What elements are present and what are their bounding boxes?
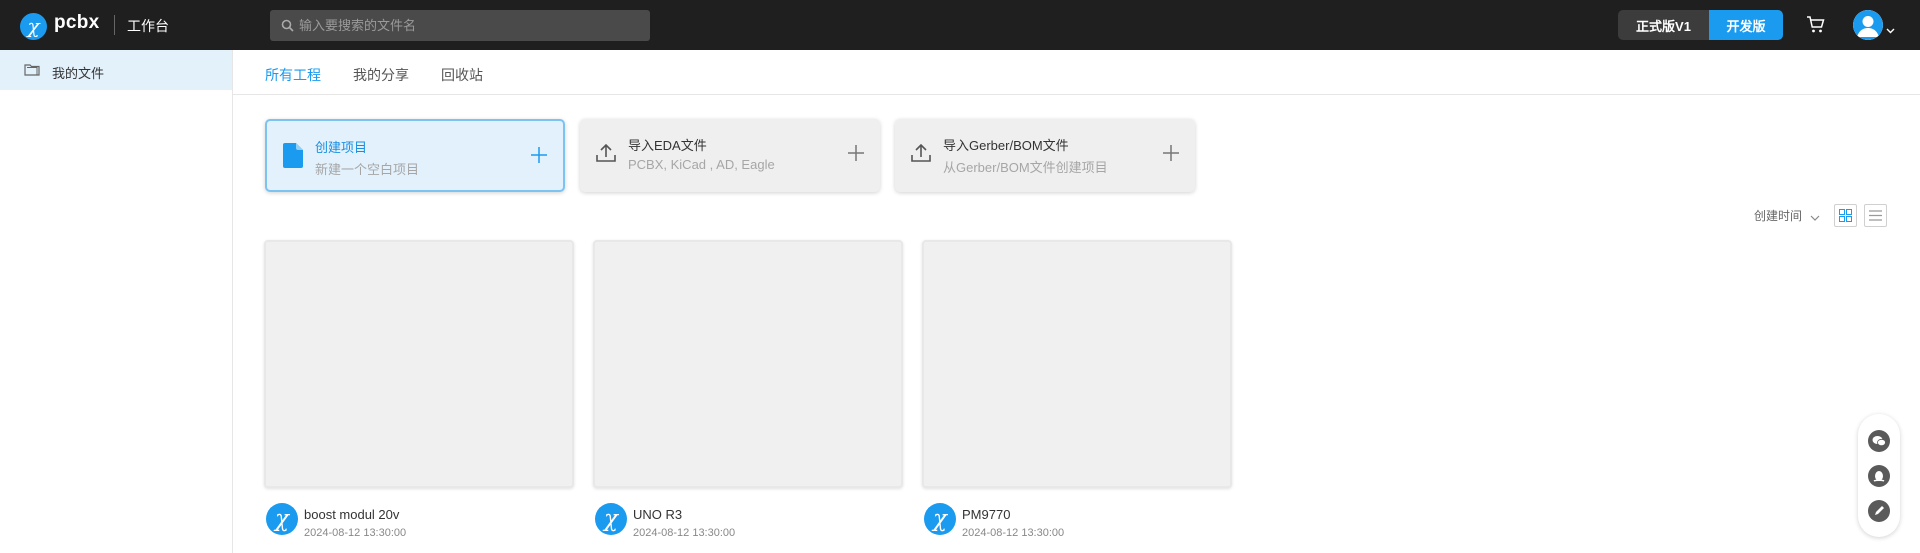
- pcbx-project-icon: χ: [595, 503, 627, 535]
- project-date: 2024-08-12 13:30:00: [633, 527, 736, 539]
- list-icon: [1869, 210, 1882, 221]
- tab-my-shares[interactable]: 我的分享: [353, 65, 409, 85]
- document-icon: [283, 143, 303, 173]
- project-card[interactable]: χ UNO R3 2024-08-12 13:30:00: [593, 240, 903, 539]
- folder-icon: [24, 64, 40, 76]
- edit-icon[interactable]: [1868, 500, 1890, 522]
- logo-text[interactable]: pcbx: [54, 12, 100, 34]
- pcbx-project-icon: χ: [266, 503, 298, 535]
- svg-text:χ: χ: [931, 506, 949, 532]
- import-eda-card[interactable]: 导入EDA文件 PCBX, KiCad , AD, Eagle: [580, 119, 880, 192]
- logo-divider: [114, 15, 115, 35]
- project-date: 2024-08-12 13:30:00: [962, 527, 1065, 539]
- tab-bar: 所有工程 我的分享 回收站: [233, 50, 1920, 95]
- project-name[interactable]: PM9770: [962, 507, 1010, 522]
- project-thumbnail[interactable]: [922, 240, 1232, 488]
- qq-icon[interactable]: [1868, 465, 1890, 487]
- list-view-button[interactable]: [1864, 204, 1887, 227]
- chevron-down-icon[interactable]: [1886, 21, 1895, 39]
- dev-version-button[interactable]: 开发版: [1709, 10, 1783, 40]
- sort-dropdown[interactable]: 创建时间: [1754, 207, 1802, 224]
- card-subtitle: 从Gerber/BOM文件创建项目: [943, 160, 1108, 175]
- project-card[interactable]: χ boost modul 20v 2024-08-12 13:30:00: [264, 240, 574, 539]
- card-subtitle: 新建一个空白项目: [315, 162, 420, 177]
- top-bar: χ pcbx 工作台 正式版V1 开发版: [0, 0, 1920, 50]
- pcbx-logo-icon[interactable]: χ: [20, 13, 47, 40]
- svg-text:χ: χ: [25, 14, 41, 38]
- wechat-icon[interactable]: [1868, 430, 1890, 452]
- plus-icon: [1163, 145, 1179, 166]
- floating-contact-bar: [1858, 414, 1900, 537]
- import-gerber-card[interactable]: 导入Gerber/BOM文件 从Gerber/BOM文件创建项目: [895, 119, 1195, 192]
- create-project-card[interactable]: 创建项目 新建一个空白项目: [265, 119, 565, 192]
- plus-icon: [531, 147, 547, 168]
- formal-version-button[interactable]: 正式版V1: [1618, 10, 1709, 40]
- project-thumbnail[interactable]: [593, 240, 903, 488]
- plus-icon: [848, 145, 864, 166]
- project-date: 2024-08-12 13:30:00: [304, 527, 407, 539]
- avatar[interactable]: [1853, 10, 1883, 40]
- version-switch: 正式版V1 开发版: [1618, 10, 1783, 40]
- card-title: 导入EDA文件: [628, 138, 707, 153]
- search-icon: [281, 19, 294, 32]
- sidebar-item-my-files[interactable]: 我的文件: [0, 50, 232, 90]
- svg-text:χ: χ: [273, 506, 291, 532]
- project-card[interactable]: χ PM9770 2024-08-12 13:30:00: [922, 240, 1232, 539]
- cart-icon[interactable]: [1806, 15, 1826, 40]
- card-title: 导入Gerber/BOM文件: [943, 138, 1069, 153]
- chevron-down-icon[interactable]: [1810, 209, 1820, 227]
- upload-icon: [911, 143, 931, 168]
- card-title: 创建项目: [315, 140, 368, 155]
- sidebar-item-label: 我的文件: [52, 66, 105, 81]
- workbench-title: 工作台: [127, 18, 169, 34]
- upload-icon: [596, 143, 616, 168]
- svg-text:χ: χ: [602, 506, 620, 532]
- tab-recycle-bin[interactable]: 回收站: [441, 65, 483, 85]
- pcbx-project-icon: χ: [924, 503, 956, 535]
- sidebar: 我的文件: [0, 50, 233, 553]
- grid-view-button[interactable]: [1834, 204, 1857, 227]
- project-name[interactable]: UNO R3: [633, 507, 682, 522]
- project-name[interactable]: boost modul 20v: [304, 507, 399, 522]
- grid-icon: [1839, 209, 1852, 222]
- card-subtitle: PCBX, KiCad , AD, Eagle: [628, 157, 775, 172]
- search-input[interactable]: [299, 10, 639, 41]
- tab-all-projects[interactable]: 所有工程: [265, 65, 321, 85]
- search-box[interactable]: [270, 10, 650, 41]
- project-thumbnail[interactable]: [264, 240, 574, 488]
